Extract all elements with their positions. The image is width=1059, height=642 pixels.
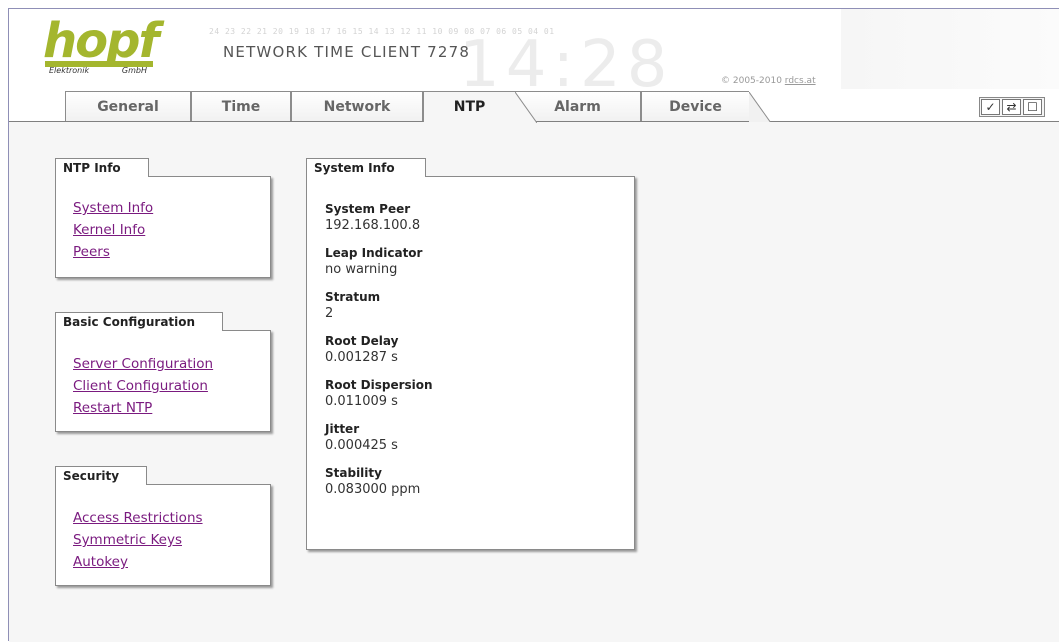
field-value: no warning bbox=[325, 262, 398, 277]
field-label: Jitter bbox=[325, 422, 360, 436]
tab-device-label: Device bbox=[669, 99, 722, 115]
app-frame: 14:28 24 23 22 21 20 19 18 17 16 15 14 1… bbox=[8, 8, 1059, 642]
tick-numbers: 24 23 22 21 20 19 18 17 16 15 14 13 12 1… bbox=[209, 27, 555, 36]
security-tab: Security bbox=[55, 466, 147, 485]
save-icon[interactable]: ☐ bbox=[1023, 99, 1042, 115]
field-value: 0.083000 ppm bbox=[325, 482, 421, 497]
basic-config-tab: Basic Configuration bbox=[55, 312, 223, 331]
check-icon[interactable]: ✓ bbox=[981, 99, 1000, 115]
copyright: © 2005-2010 rdcs.at bbox=[721, 76, 816, 86]
field-value: 0.001287 s bbox=[325, 350, 398, 365]
background-clock-graphic: 14:28 bbox=[459, 28, 674, 89]
link-autokey[interactable]: Autokey bbox=[73, 551, 270, 573]
basic-config-box: Server Configuration Client Configuratio… bbox=[55, 330, 271, 432]
tab-time[interactable]: Time bbox=[191, 91, 291, 121]
field-value: 192.168.100.8 bbox=[325, 218, 421, 233]
tab-slant bbox=[515, 92, 537, 123]
tab-network[interactable]: Network bbox=[291, 91, 423, 121]
tab-slant bbox=[749, 92, 771, 123]
product-title: NETWORK TIME CLIENT 7278 bbox=[223, 43, 471, 61]
system-info-box: System Peer 192.168.100.8 Leap Indicator… bbox=[306, 176, 635, 550]
link-kernel-info[interactable]: Kernel Info bbox=[73, 219, 270, 241]
field-label: Stratum bbox=[325, 290, 381, 304]
logo-subtitle: Elektronik GmbH bbox=[49, 66, 147, 75]
copyright-text: © 2005-2010 bbox=[721, 76, 782, 86]
logo-sub-right: GmbH bbox=[121, 66, 147, 75]
ntp-info-tab: NTP Info bbox=[55, 158, 149, 177]
field-label: Root Dispersion bbox=[325, 378, 433, 392]
content-area: NTP Info System Info Kernel Info Peers B… bbox=[9, 122, 1059, 642]
link-server-configuration[interactable]: Server Configuration bbox=[73, 353, 270, 375]
tab-ntp[interactable]: NTP bbox=[423, 91, 537, 123]
hopf-logo: hopf Elektronik GmbH bbox=[43, 13, 173, 75]
toolbar: ✓ ⇄ ☐ bbox=[979, 97, 1045, 117]
field-value: 0.011009 s bbox=[325, 394, 398, 409]
link-peers[interactable]: Peers bbox=[73, 241, 270, 263]
tab-ntp-label: NTP bbox=[453, 99, 486, 115]
link-access-restrictions[interactable]: Access Restrictions bbox=[73, 507, 270, 529]
field-label: Root Delay bbox=[325, 334, 399, 348]
field-value: 0.000425 s bbox=[325, 438, 398, 453]
field-label: Stability bbox=[325, 466, 382, 480]
header-shade bbox=[841, 9, 1059, 89]
link-client-configuration[interactable]: Client Configuration bbox=[73, 375, 270, 397]
tab-general[interactable]: General bbox=[65, 91, 191, 121]
logo-sub-left: Elektronik bbox=[49, 66, 90, 75]
field-value: 2 bbox=[325, 306, 334, 321]
link-symmetric-keys[interactable]: Symmetric Keys bbox=[73, 529, 270, 551]
field-label: System Peer bbox=[325, 202, 411, 216]
header: 14:28 24 23 22 21 20 19 18 17 16 15 14 1… bbox=[9, 9, 1059, 89]
security-box: Access Restrictions Symmetric Keys Autok… bbox=[55, 484, 271, 586]
field-label: Leap Indicator bbox=[325, 246, 423, 260]
link-restart-ntp[interactable]: Restart NTP bbox=[73, 397, 270, 419]
link-system-info[interactable]: System Info bbox=[73, 197, 270, 219]
system-info-tab: System Info bbox=[306, 158, 426, 177]
copyright-link[interactable]: rdcs.at bbox=[785, 76, 816, 86]
tab-device[interactable]: Device bbox=[641, 91, 771, 123]
ntp-info-box: System Info Kernel Info Peers bbox=[55, 176, 271, 278]
reload-icon[interactable]: ⇄ bbox=[1002, 99, 1021, 115]
